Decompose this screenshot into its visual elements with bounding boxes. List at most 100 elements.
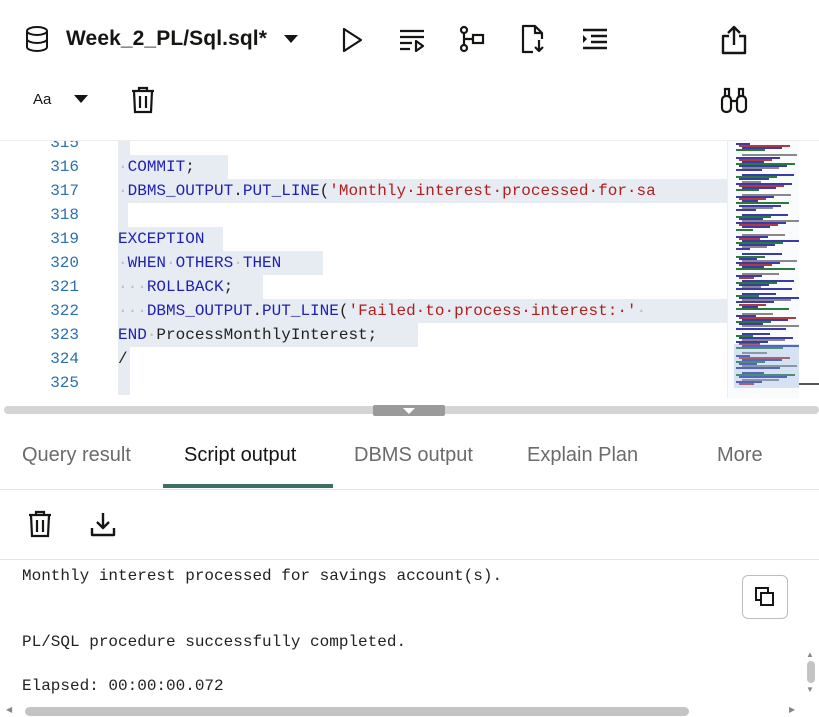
code-line: ·DBMS_OUTPUT.PUT_LINE('Monthly·interest·…: [118, 179, 656, 203]
line-number: 319: [50, 230, 79, 248]
code-token: /: [118, 350, 128, 368]
selection-highlight: [118, 203, 128, 227]
script-output-panel[interactable]: Monthly interest processed for savings a…: [0, 560, 819, 717]
code-line: EXCEPTION: [118, 227, 204, 251]
copy-button[interactable]: [742, 575, 788, 619]
active-tab-indicator: [163, 484, 333, 488]
tab-dbms-output[interactable]: DBMS output: [354, 444, 473, 467]
output-vertical-scroll-thumb[interactable]: [807, 661, 815, 683]
code-token: .: [252, 302, 263, 320]
minimap-line: [736, 287, 792, 290]
explain-plan-icon[interactable]: [457, 24, 487, 54]
code-token: ·: [118, 158, 128, 176]
tab-query-result[interactable]: Query result: [22, 444, 131, 467]
code-area[interactable]: ·COMMIT; ·DBMS_OUTPUT.PUT_LINE('Monthly·i…: [100, 141, 727, 398]
scroll-right-arrow-icon[interactable]: ▶: [789, 705, 795, 714]
minimap-line: [736, 228, 753, 231]
selection-highlight: [118, 371, 130, 395]
copy-icon: [755, 587, 774, 606]
code-token: ·: [636, 302, 647, 320]
download-file-icon[interactable]: [519, 23, 547, 55]
scroll-up-arrow-icon[interactable]: ▲: [806, 650, 814, 659]
code-token: ·: [146, 326, 157, 344]
tab-more[interactable]: More: [717, 444, 763, 467]
minimap-viewport[interactable]: [734, 344, 799, 388]
code-token: 'Monthly·interest·processed·for·sa: [329, 182, 656, 200]
selection-highlight: [118, 141, 130, 155]
code-token: COMMIT: [127, 158, 186, 176]
share-icon[interactable]: [719, 24, 749, 56]
code-token: DBMS_OUTPUT: [146, 302, 253, 320]
output-horizontal-scrollbar[interactable]: ◀ ▶: [0, 703, 819, 717]
toolbar-row-secondary: Aa: [0, 80, 819, 120]
output-line: Monthly interest processed for savings a…: [22, 567, 503, 585]
scroll-down-arrow-icon[interactable]: ▼: [806, 685, 814, 694]
code-token: (: [319, 182, 330, 200]
tab-script-output[interactable]: Script output: [184, 444, 296, 467]
output-toolbar: [0, 490, 819, 560]
pane-splitter[interactable]: [0, 398, 819, 428]
output-horizontal-scroll-thumb[interactable]: [25, 707, 689, 716]
scroll-left-arrow-icon[interactable]: ◀: [6, 705, 12, 714]
download-output-icon[interactable]: [89, 510, 117, 538]
line-number: 318: [50, 206, 79, 224]
editor-vertical-scrollbar[interactable]: [799, 141, 819, 398]
code-token: ···: [118, 278, 147, 296]
code-line: ···ROLLBACK;: [118, 275, 233, 299]
run-icon[interactable]: [339, 26, 365, 54]
code-token: PUT_LINE: [262, 302, 339, 320]
delete-icon[interactable]: [130, 85, 156, 115]
code-token: ;: [185, 158, 195, 176]
line-number: 322: [50, 302, 79, 320]
line-number: 320: [50, 254, 79, 272]
code-token: ProcessMonthlyInterest;: [156, 326, 378, 344]
chevron-down-icon[interactable]: [280, 30, 302, 48]
line-number: 315: [50, 140, 79, 152]
format-icon[interactable]: [580, 26, 610, 52]
code-token: PUT_LINE: [242, 182, 320, 200]
code-token: ROLLBACK: [146, 278, 224, 296]
minimap-line: [736, 248, 750, 251]
line-number: 321: [50, 278, 79, 296]
code-line: /: [118, 347, 128, 371]
code-token: END: [118, 326, 147, 344]
code-token: EXCEPTION: [118, 230, 205, 248]
minimap-line: [736, 307, 789, 310]
run-script-icon[interactable]: [397, 26, 427, 54]
file-name-title[interactable]: Week_2_PL/Sql.sql*: [66, 27, 267, 51]
database-icon[interactable]: [22, 24, 52, 54]
font-size-chevron-down-icon[interactable]: [72, 93, 90, 105]
code-minimap[interactable]: [727, 141, 799, 398]
code-token: ···: [118, 302, 147, 320]
code-token: .: [233, 182, 243, 200]
line-number-gutter: 315 316 317 318 319 320 321 322 323 324 325: [0, 141, 100, 398]
code-token: WHEN: [127, 254, 167, 272]
code-token: ;: [223, 278, 234, 296]
splitter-handle[interactable]: [373, 405, 445, 416]
line-number: 317: [50, 182, 79, 200]
code-line: END·ProcessMonthlyInterest;: [118, 323, 377, 347]
clear-output-delete-icon[interactable]: [27, 509, 53, 539]
minimap-line: [736, 268, 795, 271]
editor-toolbar: Week_2_PL/Sql.sql* Aa: [0, 0, 819, 140]
code-token: ·: [233, 254, 243, 272]
line-number: 324: [50, 350, 79, 368]
code-token: ·: [166, 254, 176, 272]
minimap-line: [736, 188, 759, 191]
tab-explain-plan[interactable]: Explain Plan: [527, 444, 638, 467]
minimap-line: [736, 149, 765, 152]
line-number: 316: [50, 158, 79, 176]
minimap-line: [736, 327, 786, 330]
line-number: 323: [50, 326, 79, 344]
code-token: ·: [118, 254, 128, 272]
code-token: ·: [118, 182, 128, 200]
output-line: PL/SQL procedure successfully completed.: [22, 633, 407, 651]
toolbar-row-primary: Week_2_PL/Sql.sql*: [0, 18, 819, 62]
output-tabs: Query result Script output DBMS output E…: [0, 428, 819, 490]
binoculars-icon[interactable]: [719, 85, 749, 115]
code-line: ·WHEN·OTHERS·THEN: [118, 251, 281, 275]
code-line: ·COMMIT;: [118, 155, 195, 179]
font-size-icon[interactable]: Aa: [33, 91, 51, 108]
code-editor[interactable]: 315 316 317 318 319 320 321 322 323 324 325 ·COMMI…: [0, 140, 819, 398]
code-line: ···DBMS_OUTPUT.PUT_LINE('Failed·to·proce…: [118, 299, 646, 323]
